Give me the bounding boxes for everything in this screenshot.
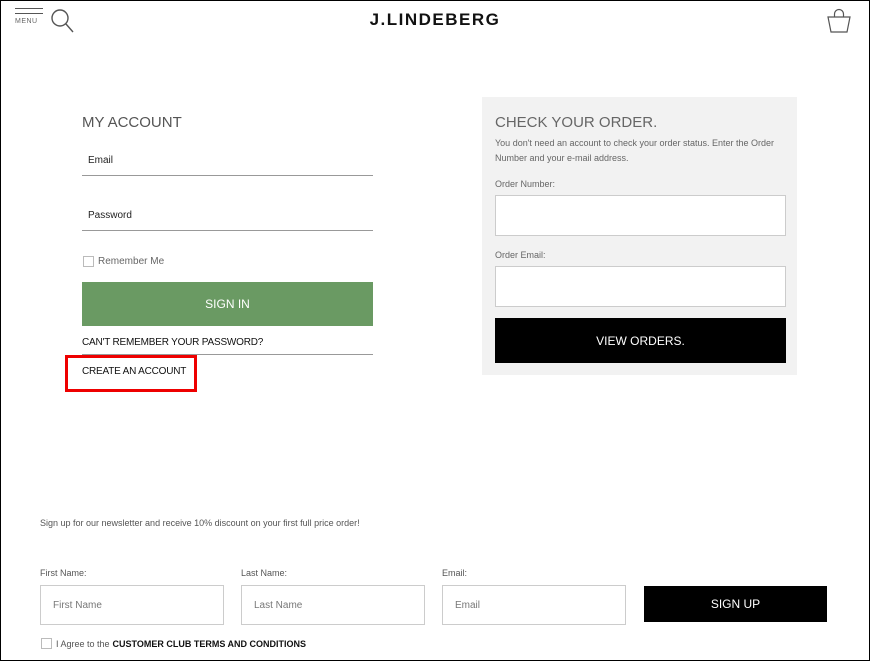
sign-up-button[interactable]: SIGN UP xyxy=(644,586,827,622)
shopping-bag-icon[interactable] xyxy=(826,8,852,39)
brand-logo[interactable]: J.LINDEBERG xyxy=(0,10,870,30)
view-orders-button[interactable]: VIEW ORDERS. xyxy=(495,318,786,363)
remember-label: Remember Me xyxy=(98,256,165,267)
newsletter-email-input[interactable] xyxy=(442,585,626,625)
email-underline xyxy=(82,175,373,176)
email-field[interactable] xyxy=(88,155,358,166)
newsletter-email-label: Email: xyxy=(442,568,468,578)
terms-prefix: I Agree to the xyxy=(56,638,110,649)
terms-link[interactable]: CUSTOMER CLUB TERMS AND CONDITIONS xyxy=(113,639,307,649)
last-name-label: Last Name: xyxy=(241,568,288,578)
order-description: You don't need an account to check your … xyxy=(495,138,775,163)
remember-me[interactable]: Remember Me xyxy=(83,256,164,267)
newsletter-text: Sign up for our newsletter and receive 1… xyxy=(40,518,360,528)
order-title: CHECK YOUR ORDER. xyxy=(495,114,658,131)
terms-checkbox[interactable] xyxy=(41,638,52,649)
first-name-label: First Name: xyxy=(40,568,87,578)
order-number-label: Order Number: xyxy=(495,179,556,189)
account-title: MY ACCOUNT xyxy=(82,114,182,131)
password-field[interactable] xyxy=(88,210,358,221)
forgot-password-link[interactable]: CAN'T REMEMBER YOUR PASSWORD? xyxy=(82,337,263,348)
first-name-input[interactable] xyxy=(40,585,224,625)
terms-agreement[interactable]: I Agree to the CUSTOMER CLUB TERMS AND C… xyxy=(41,638,306,649)
remember-checkbox[interactable] xyxy=(83,256,94,267)
order-email-input[interactable] xyxy=(495,266,786,307)
last-name-input[interactable] xyxy=(241,585,425,625)
order-number-input[interactable] xyxy=(495,195,786,236)
sign-in-button[interactable]: SIGN IN xyxy=(82,282,373,326)
password-underline xyxy=(82,230,373,231)
highlight-box xyxy=(65,355,197,392)
order-email-label: Order Email: xyxy=(495,250,546,260)
menu-icon xyxy=(15,8,43,9)
